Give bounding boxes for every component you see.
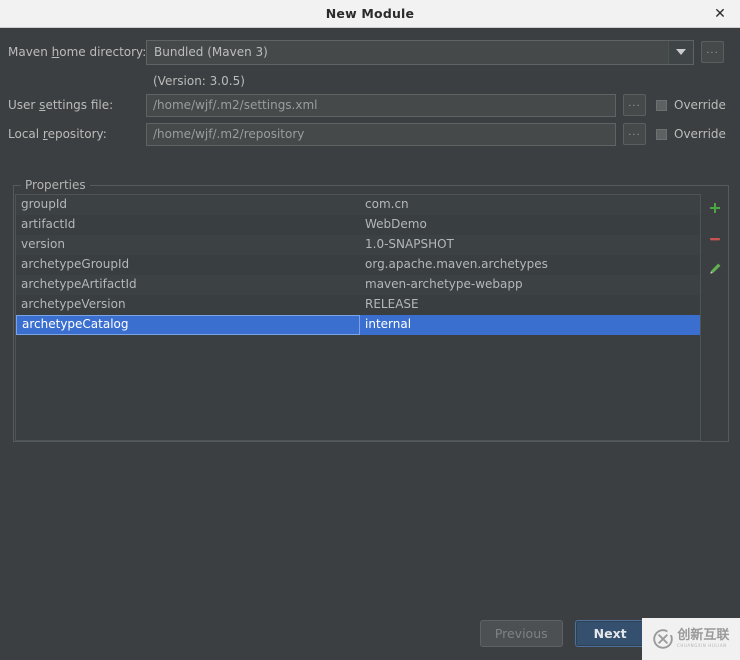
dialog-content: Maven home directory: Bundled (Maven 3) … xyxy=(0,28,740,660)
local-repository-input[interactable]: /home/wjf/.m2/repository xyxy=(146,122,616,146)
checkbox-icon xyxy=(656,128,667,140)
property-value-cell[interactable]: WebDemo xyxy=(360,215,700,235)
close-icon[interactable]: ✕ xyxy=(710,4,730,24)
table-row[interactable]: groupId com.cn xyxy=(16,195,700,215)
watermark-text-sub: CHUANGXIN HULIAN xyxy=(677,643,728,649)
maven-home-label: Maven home directory: xyxy=(8,45,147,59)
local-repository-browse-button[interactable]: ... xyxy=(623,123,646,145)
table-row[interactable]: archetypeGroupId org.apache.maven.archety… xyxy=(16,255,700,275)
user-settings-override-label: Override xyxy=(674,98,726,112)
table-row[interactable]: archetypeVersion RELEASE xyxy=(16,295,700,315)
property-key-cell[interactable]: version xyxy=(16,235,360,255)
property-value-cell[interactable]: internal xyxy=(360,315,700,335)
table-row[interactable]: archetypeArtifactId maven-archetype-webap… xyxy=(16,275,700,295)
property-value-cell[interactable]: RELEASE xyxy=(360,295,700,315)
new-module-dialog: New Module ✕ Maven home directory: Bundl… xyxy=(0,0,740,660)
plus-icon[interactable] xyxy=(707,201,723,217)
user-settings-row: User settings file: /home/wjf/.m2/settin… xyxy=(0,93,740,117)
table-row[interactable]: version 1.0-SNAPSHOT xyxy=(16,235,700,255)
local-repository-override-checkbox[interactable]: Override xyxy=(656,127,726,141)
table-row[interactable]: archetypeCatalog internal xyxy=(16,315,700,335)
property-key-cell[interactable]: archetypeVersion xyxy=(16,295,360,315)
maven-home-browse-button[interactable]: ... xyxy=(701,41,724,63)
properties-legend: Properties xyxy=(21,178,90,192)
title-bar: New Module ✕ xyxy=(0,0,740,28)
maven-version-note: (Version: 3.0.5) xyxy=(153,74,245,88)
property-key-cell[interactable]: archetypeArtifactId xyxy=(16,275,360,295)
property-key-cell[interactable]: archetypeGroupId xyxy=(16,255,360,275)
property-value-cell[interactable]: maven-archetype-webapp xyxy=(360,275,700,295)
local-repository-row: Local repository: /home/wjf/.m2/reposito… xyxy=(0,122,740,146)
previous-button[interactable]: Previous xyxy=(479,620,563,647)
circled-x-logo xyxy=(653,629,674,649)
user-settings-override-checkbox[interactable]: Override xyxy=(656,98,726,112)
properties-toolbar xyxy=(701,194,729,441)
user-settings-input[interactable]: /home/wjf/.m2/settings.xml xyxy=(146,93,616,117)
chevron-down-icon[interactable] xyxy=(668,40,693,64)
pencil-icon[interactable] xyxy=(707,261,723,277)
maven-home-combobox[interactable]: Bundled (Maven 3) xyxy=(146,39,694,65)
properties-table-area: groupId com.cn artifactId WebDemo version 1.0… xyxy=(15,194,729,441)
properties-group: Properties groupId com.cn artifactId WebDem… xyxy=(13,178,729,442)
local-repository-label: Local repository: xyxy=(8,127,107,141)
properties-table[interactable]: groupId com.cn artifactId WebDemo version 1.0… xyxy=(15,194,701,441)
next-button[interactable]: Next xyxy=(574,620,646,647)
property-value-cell[interactable]: 1.0-SNAPSHOT xyxy=(360,235,700,255)
maven-home-row: Maven home directory: Bundled (Maven 3) … xyxy=(0,39,740,65)
property-key-cell[interactable]: archetypeCatalog xyxy=(16,315,360,335)
minus-icon[interactable] xyxy=(707,231,723,247)
user-settings-browse-button[interactable]: ... xyxy=(623,94,646,116)
property-value-cell[interactable]: com.cn xyxy=(360,195,700,215)
property-key-cell[interactable]: groupId xyxy=(16,195,360,215)
table-row[interactable]: artifactId WebDemo xyxy=(16,215,700,235)
local-repository-override-label: Override xyxy=(674,127,726,141)
watermark-text-cn: 创新互联 xyxy=(677,628,730,644)
property-key-cell[interactable]: artifactId xyxy=(16,215,360,235)
maven-home-value: Bundled (Maven 3) xyxy=(154,45,268,59)
page-title: New Module xyxy=(325,6,415,21)
property-value-cell[interactable]: org.apache.maven.archetypes xyxy=(360,255,700,275)
maven-version-row: (Version: 3.0.5) xyxy=(0,69,740,93)
user-settings-label: User settings file: xyxy=(8,98,114,112)
watermark: 创新互联 CHUANGXIN HULIAN xyxy=(642,618,740,660)
checkbox-icon xyxy=(656,99,667,111)
watermark-text: 创新互联 CHUANGXIN HULIAN xyxy=(677,629,729,648)
